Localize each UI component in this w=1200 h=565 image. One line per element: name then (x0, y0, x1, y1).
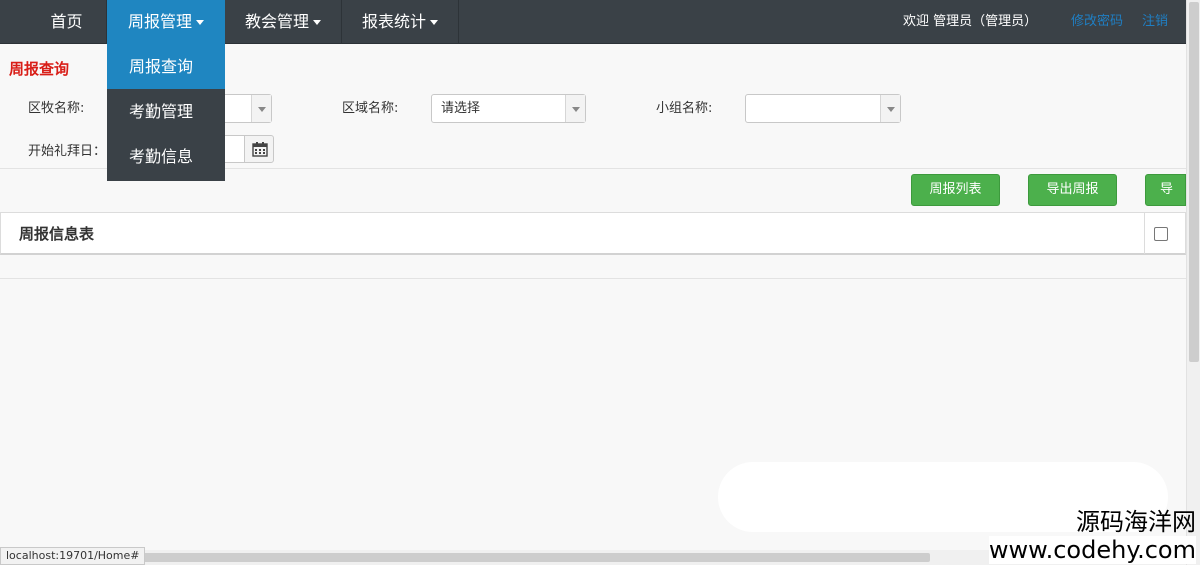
caret-down-icon (196, 20, 204, 25)
change-password-link[interactable]: 修改密码 (1071, 0, 1123, 44)
nav-item-label: 首页 (50, 12, 83, 31)
page-title: 周报查询 (9, 60, 70, 78)
watermark: 源码海洋网 www.codehy.com (988, 508, 1196, 564)
region-label: 区域名称: (342, 101, 399, 116)
weekly-report-dropdown: 周报查询 考勤管理 考勤信息 (107, 44, 225, 181)
nav-item-reports[interactable]: 报表统计 (342, 0, 459, 44)
weekly-info-table-header: 周报信息表 (0, 212, 1186, 255)
group-select[interactable] (745, 94, 901, 123)
dropdown-item-attendance-management[interactable]: 考勤管理 (107, 89, 225, 134)
caret-down-icon (313, 20, 321, 25)
campus-label: 区牧名称: (28, 101, 85, 116)
divider (0, 278, 1186, 279)
vertical-scrollbar[interactable] (1186, 0, 1200, 565)
nav-item-label: 周报管理 (127, 12, 192, 31)
logout-link[interactable]: 注销 (1142, 0, 1168, 44)
region-select[interactable]: 请选择 (431, 94, 586, 123)
watermark-line-2: www.codehy.com (988, 536, 1196, 564)
weekly-list-button[interactable]: 周报列表 (911, 174, 1000, 206)
chevron-down-icon (880, 95, 900, 122)
status-bar-url: localhost:19701/Home# (0, 547, 146, 565)
chevron-down-icon (251, 95, 271, 122)
dropdown-item-weekly-query[interactable]: 周报查询 (107, 44, 225, 89)
nav-item-home[interactable]: 首页 (27, 0, 107, 44)
select-all-checkbox[interactable] (1154, 227, 1168, 241)
start-date-label: 开始礼拜日： (28, 144, 107, 159)
welcome-text: 欢迎 管理员（管理员） (903, 14, 1038, 29)
nav-item-church[interactable]: 教会管理 (225, 0, 342, 44)
calendar-icon (252, 142, 268, 157)
export-weekly-button[interactable]: 导出周报 (1028, 174, 1117, 206)
group-label: 小组名称: (656, 101, 713, 116)
table-title: 周报信息表 (19, 225, 95, 243)
calendar-button[interactable] (244, 135, 274, 163)
dropdown-item-attendance-info[interactable]: 考勤信息 (107, 134, 225, 179)
vertical-scrollbar-thumb[interactable] (1189, 2, 1199, 362)
chevron-down-icon (565, 95, 585, 122)
nav-item-weekly-report[interactable]: 周报管理 (107, 0, 225, 44)
nav-item-label: 教会管理 (244, 12, 309, 31)
nav-item-label: 报表统计 (361, 12, 426, 31)
caret-down-icon (430, 20, 438, 25)
top-navbar: 首页 周报管理 教会管理 报表统计 欢迎 管理员（管理员） 修改密码 注销 (0, 0, 1186, 44)
column-divider (1144, 213, 1145, 254)
region-select-value: 请选择 (441, 101, 481, 116)
horizontal-scrollbar-thumb[interactable] (130, 553, 930, 562)
export-button[interactable]: 导出 (1145, 174, 1186, 206)
watermark-line-1: 源码海洋网 (1076, 508, 1196, 536)
